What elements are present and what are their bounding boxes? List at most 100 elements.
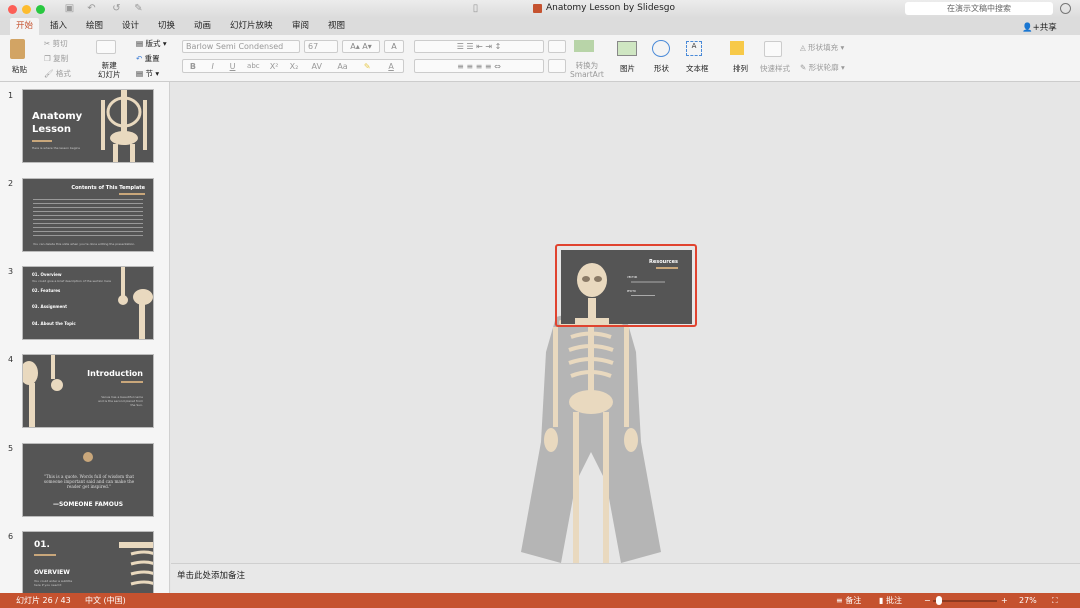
zoom-out-button[interactable]: − (924, 593, 931, 608)
shape-outline-button[interactable]: ✎ 形状轮廓 ▾ (800, 62, 845, 73)
slide-thumbnail-1[interactable]: Anatomy Lesson Here is where the lesson … (22, 89, 154, 163)
font-color-icon[interactable]: A (379, 60, 403, 72)
share-button[interactable]: 👤+共享 (1022, 21, 1057, 33)
subscript-button[interactable]: X₂ (284, 60, 304, 72)
accent-line (119, 193, 145, 195)
alignment-group[interactable]: ≡ ≡ ≡ ≡ ⇔ (414, 59, 544, 73)
superscript-button[interactable]: X² (264, 60, 284, 72)
language-indicator[interactable]: 中文 (中国) (85, 593, 126, 608)
zoom-slider[interactable] (933, 600, 997, 602)
paste-icon[interactable] (10, 39, 25, 59)
slide-number: 6 (8, 532, 14, 541)
shapes-icon[interactable] (652, 40, 670, 57)
slide-subtitle: You could enter a subtitle here if you n… (34, 579, 73, 587)
tab-view[interactable]: 视图 (322, 18, 351, 35)
bold-button[interactable]: B (183, 60, 203, 72)
save-icon[interactable]: ▣ (64, 3, 75, 14)
reset-label: 重置 (144, 54, 160, 63)
resource-links (631, 295, 655, 296)
char-spacing-icon[interactable]: AV (304, 60, 330, 72)
shapes-button[interactable]: 形状 (654, 63, 669, 74)
comment-icon: ▮ (879, 596, 886, 605)
slide-thumbnail-2[interactable]: Contents of This Template You can delete… (22, 178, 154, 252)
slide-number: 1 (8, 91, 14, 100)
picture-icon[interactable] (617, 41, 637, 56)
section-number: 01. (34, 540, 50, 550)
paste-button[interactable]: 粘贴 (12, 64, 27, 75)
zoom-level: 27% (1019, 596, 1037, 605)
slide-thumbnail-3[interactable]: 01. Overview 02. Features 03. Assignment… (22, 266, 154, 340)
change-case-icon[interactable]: Aa (330, 60, 356, 72)
notes-pane[interactable]: 单击此处添加备注 (171, 563, 1080, 593)
copy-button[interactable]: ❐ 复制 (44, 53, 68, 64)
close-window-button[interactable] (8, 5, 17, 14)
notes-button[interactable]: ≡ 备注 (836, 593, 861, 608)
undo-icon[interactable]: ↶ (86, 3, 97, 14)
font-size-buttons[interactable]: A▴ A▾ (342, 40, 380, 53)
section-button[interactable]: ▤ 节 ▾ (136, 68, 159, 79)
reset-button[interactable]: ↶ 重置 (136, 53, 160, 64)
slide-thumbnail-5[interactable]: "This is a quote. Words full of wisdom t… (22, 443, 154, 517)
quote-author: —SOMEONE FAMOUS (52, 501, 124, 508)
redo-icon[interactable]: ↺ (111, 3, 122, 14)
clear-format-icon[interactable]: A (384, 40, 404, 53)
notes-label: 备注 (845, 596, 862, 605)
notes-placeholder[interactable]: 单击此处添加备注 (177, 569, 245, 581)
edit-icon[interactable]: ✎ (133, 3, 144, 14)
zoom-slider-thumb[interactable] (935, 596, 942, 605)
highlight-icon[interactable]: ✎ (355, 60, 379, 72)
notes-icon: ≡ (836, 596, 846, 605)
search-input[interactable]: 在演示文稿中搜索 (905, 2, 1053, 15)
font-size-select[interactable]: 67 (304, 40, 338, 53)
tab-insert[interactable]: 插入 (44, 18, 73, 35)
tab-draw[interactable]: 绘图 (80, 18, 109, 35)
slide-thumbnail-6[interactable]: 01. OVERVIEW You could enter a subtitle … (22, 531, 154, 593)
zoom-window-button[interactable] (36, 5, 45, 14)
zoom-in-button[interactable]: + (1001, 593, 1008, 608)
slide-thumbnail-4[interactable]: Introduction Venus has a beautiful name … (22, 354, 154, 428)
tab-home[interactable]: 开始 (10, 18, 40, 35)
minimize-window-button[interactable] (22, 5, 31, 14)
comments-button[interactable]: ▮ 批注 (879, 593, 902, 608)
shape-fill-label: 形状填充 (808, 43, 839, 52)
account-icon[interactable] (1060, 3, 1071, 14)
strikethrough-button[interactable]: abc (242, 60, 264, 72)
smartart-icon[interactable] (574, 40, 594, 52)
textbox-icon[interactable]: A (686, 41, 702, 56)
arrange-icon[interactable] (730, 41, 744, 55)
add-person-icon: 👤+ (1022, 23, 1040, 33)
tab-review[interactable]: 审阅 (286, 18, 315, 35)
tab-design[interactable]: 设计 (116, 18, 145, 35)
list-indent-group[interactable]: ☰ ☰ ⇤ ⇥ ↕ (414, 40, 544, 53)
layout-button[interactable]: ▤ 版式 ▾ (136, 38, 167, 49)
shape-fill-button[interactable]: ◬ 形状填充 ▾ (800, 42, 844, 53)
selected-slide-resources[interactable]: Resources VECTOR PHOTO (561, 250, 692, 324)
cut-button[interactable]: ✂ 剪切 (44, 38, 68, 49)
slide-thumbnails-pane[interactable]: 1 Anatomy Lesson Here is where the lesso… (0, 82, 170, 593)
slide-subtitle: Here is where the lesson begins (32, 146, 80, 150)
accent-line (121, 381, 143, 383)
arrange-button[interactable]: 排列 (733, 63, 748, 74)
quick-styles-button[interactable]: 快速样式 (760, 63, 790, 74)
text-align-icon[interactable] (548, 59, 566, 73)
picture-button[interactable]: 图片 (620, 63, 635, 74)
convert-label: 转换为 (575, 61, 599, 70)
quick-styles-icon[interactable] (764, 41, 782, 57)
convert-smartart-button[interactable]: 转换为 SmartArt (570, 61, 604, 79)
fit-to-window-icon[interactable]: ⛶ (1052, 593, 1058, 608)
format-painter-button[interactable]: 🖌 格式 (44, 68, 71, 79)
textbox-button[interactable]: 文本框 (686, 63, 709, 74)
slide-body-text (33, 199, 143, 237)
tab-transitions[interactable]: 切换 (152, 18, 181, 35)
slide-editing-canvas[interactable]: Resources VECTOR PHOTO (171, 82, 1080, 563)
copy-label: 复制 (53, 54, 69, 63)
new-document-icon[interactable]: ▯ (470, 3, 481, 14)
columns-icon[interactable] (548, 40, 566, 53)
italic-button[interactable]: I (203, 60, 223, 72)
tab-slideshow[interactable]: 幻灯片放映 (224, 18, 279, 35)
underline-button[interactable]: U (223, 60, 243, 72)
new-slide-button[interactable]: 新建 幻灯片 (98, 61, 121, 79)
new-slide-icon[interactable] (96, 40, 116, 54)
tab-animations[interactable]: 动画 (188, 18, 217, 35)
font-name-select[interactable]: Barlow Semi Condensed (182, 40, 300, 53)
